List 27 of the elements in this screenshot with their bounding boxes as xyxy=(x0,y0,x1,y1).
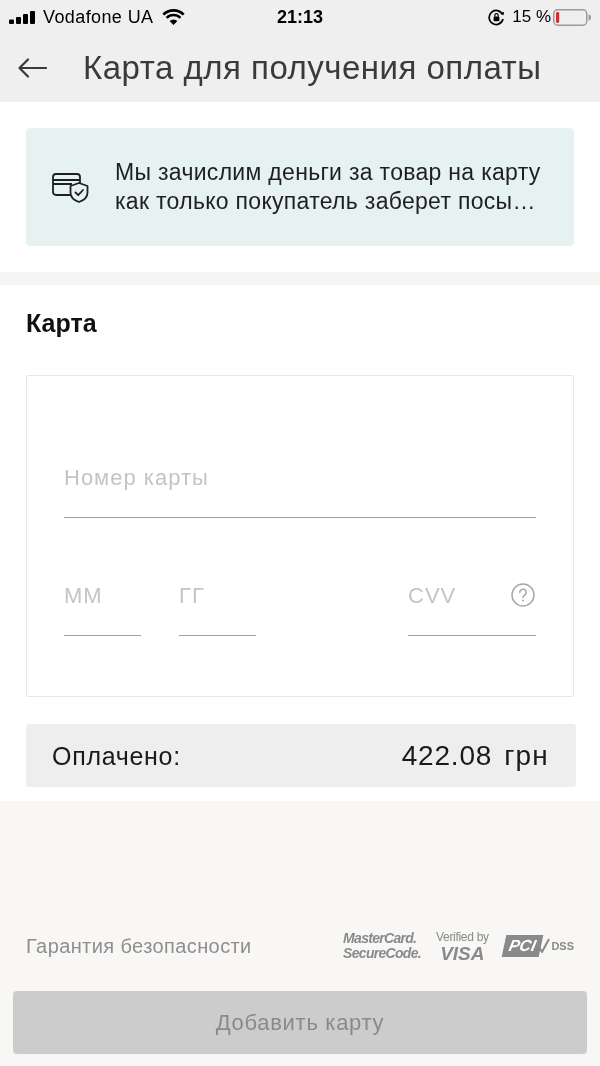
check-icon xyxy=(538,938,551,954)
expiry-month-field[interactable]: ММ xyxy=(64,580,141,636)
logo-text: SecureCode. xyxy=(343,946,421,961)
battery-icon xyxy=(553,8,591,26)
page-title: Карта для получения оплаты xyxy=(83,49,542,87)
security-label: Гарантия безопасности xyxy=(26,934,252,958)
expiry-year-field[interactable]: ГГ xyxy=(179,580,256,636)
clock-time: 21:13 xyxy=(277,7,324,27)
logo-text: MasterCard. xyxy=(343,931,418,946)
total-amount: 422.08 xyxy=(401,739,493,772)
notice-text: Мы зачислим деньги за товар на карту как только покупатель заберет посы… xyxy=(115,158,541,216)
back-arrow-icon xyxy=(17,58,47,78)
wifi-icon xyxy=(162,9,186,25)
logo-badge: PCI xyxy=(501,935,543,957)
carrier-name: Vodafone UA xyxy=(43,7,154,27)
logo-text: Verified by xyxy=(435,929,489,944)
logo-text: DSS xyxy=(551,940,574,952)
total-label: Оплачено: xyxy=(52,740,181,771)
orientation-lock-icon xyxy=(488,8,506,26)
signal-icon xyxy=(9,10,36,24)
section-title: Карта xyxy=(26,310,98,336)
card-shield-icon xyxy=(52,171,89,203)
currency-label: грн xyxy=(504,739,549,772)
logo-text: VISA xyxy=(440,943,485,963)
card-number-field[interactable]: Номер карты xyxy=(64,462,536,518)
cvv-field[interactable]: CVV xyxy=(408,580,536,636)
battery-percent: 15 % xyxy=(512,7,551,27)
